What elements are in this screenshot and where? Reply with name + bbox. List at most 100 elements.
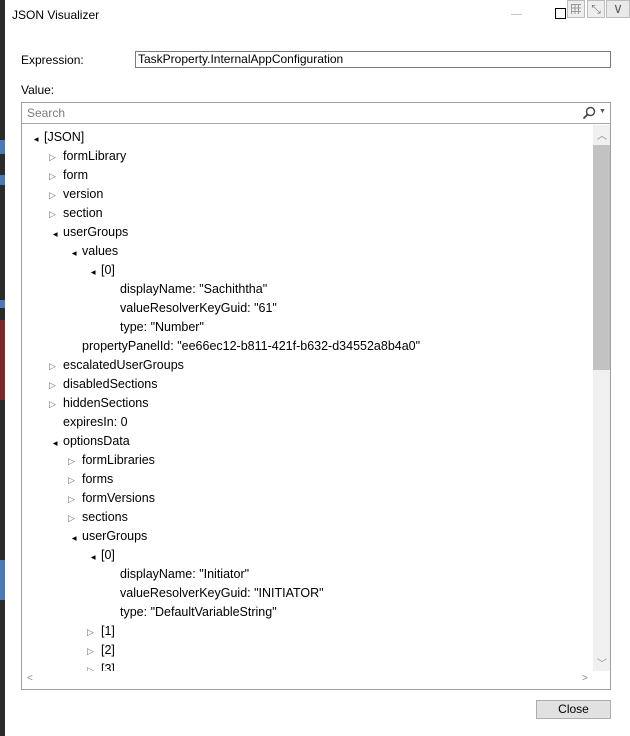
tree-node-label: [0] — [101, 548, 115, 562]
collapsed-triangle-icon[interactable]: ▷ — [68, 509, 82, 528]
tree-node-label: section — [63, 206, 103, 220]
tree-node-label: [0] — [101, 263, 115, 277]
tree-node-label: propertyPanelId: "ee66ec12-b811-421f-b63… — [82, 339, 421, 353]
tree-node-label: formLibrary — [63, 149, 127, 163]
tree-node-label: values — [82, 244, 119, 258]
tree-node[interactable]: type: "DefaultVariableString" — [106, 603, 277, 622]
expanded-triangle-icon[interactable]: ▲ — [84, 267, 103, 277]
expanded-triangle-icon[interactable]: ▲ — [84, 552, 103, 562]
tree-node-label: userGroups — [82, 529, 148, 543]
tree-node[interactable]: ▲ userGroups — [65, 527, 148, 546]
expanded-triangle-icon[interactable]: ▲ — [65, 533, 84, 543]
tree-node[interactable]: ▲ optionsData — [49, 432, 130, 451]
tree-node-label: [2] — [101, 643, 115, 657]
tree-node-label: displayName: "Sachiththa" — [120, 282, 268, 296]
json-tree[interactable]: ▲ [JSON] ▷ formLibrary ▷ form ▷ version ▷ section… — [22, 125, 592, 671]
tree-node[interactable]: valueResolverKeyGuid: "INITIATOR" — [106, 584, 324, 603]
tree-node[interactable]: ▷ section — [49, 204, 103, 223]
tree-node-label: form — [63, 168, 88, 182]
expanded-triangle-icon[interactable]: ▲ — [46, 438, 65, 448]
tree-node-label: formVersions — [82, 491, 155, 505]
tree-node[interactable]: ▷ [3] — [87, 660, 115, 671]
tree-node[interactable]: ▲ [0] — [87, 261, 115, 280]
tree-node-label: valueResolverKeyGuid: "INITIATOR" — [120, 586, 324, 600]
tree-node-label: optionsData — [63, 434, 130, 448]
search-box[interactable]: Search ▼ — [22, 103, 610, 124]
tree-node[interactable]: displayName: "Initiator" — [106, 565, 249, 584]
tree-node[interactable]: ▲ [JSON] — [27, 128, 85, 147]
tree-node-label: forms — [82, 472, 114, 486]
tree-node-label: [1] — [101, 624, 115, 638]
collapsed-triangle-icon[interactable]: ▷ — [49, 186, 63, 205]
scroll-left-icon[interactable]: < — [27, 673, 33, 684]
tree-node[interactable]: ▷ hiddenSections — [49, 394, 148, 413]
tree-node-label: hiddenSections — [63, 396, 149, 410]
collapsed-triangle-icon[interactable]: ▷ — [49, 357, 63, 376]
tree-node[interactable]: ▷ forms — [68, 470, 113, 489]
tree-node[interactable]: ▷ form — [49, 166, 88, 185]
collapsed-triangle-icon[interactable]: ▷ — [49, 395, 63, 414]
collapsed-triangle-icon[interactable]: ▷ — [49, 205, 63, 224]
tree-node-label: type: "DefaultVariableString" — [120, 605, 277, 619]
tree-node[interactable]: propertyPanelId: "ee66ec12-b811-421f-b63… — [68, 337, 420, 356]
tree-node[interactable]: expiresIn: 0 — [49, 413, 128, 432]
expanded-triangle-icon[interactable]: ▲ — [65, 248, 84, 258]
minimize-button[interactable] — [511, 4, 525, 24]
tree-node[interactable]: ▷ sections — [68, 508, 128, 527]
tree-node[interactable]: ▷ disabledSections — [49, 375, 158, 394]
tree-node-label: userGroups — [63, 225, 129, 239]
tree-node[interactable]: ▷ formVersions — [68, 489, 155, 508]
tree-node[interactable]: valueResolverKeyGuid: "61" — [106, 299, 277, 318]
horizontal-scrollbar[interactable]: < > — [22, 671, 593, 689]
tree-node-label: displayName: "Initiator" — [120, 567, 250, 581]
tree-node[interactable]: ▲ userGroups — [46, 223, 129, 242]
window-title: JSON Visualizer — [12, 8, 100, 22]
tree-node[interactable]: ▷ formLibrary — [49, 147, 126, 166]
grid-icon[interactable] — [567, 0, 585, 18]
collapsed-triangle-icon[interactable]: ▷ — [87, 642, 101, 661]
expanded-triangle-icon[interactable]: ▲ — [27, 134, 46, 144]
vertical-scrollbar[interactable]: ︿ ﹀ — [593, 125, 610, 671]
collapsed-triangle-icon[interactable]: ▷ — [68, 471, 82, 490]
tree-node-label: escalatedUserGroups — [63, 358, 184, 372]
collapsed-triangle-icon[interactable]: ▷ — [49, 148, 63, 167]
search-input[interactable]: Search — [27, 106, 65, 120]
tree-node-label: [3] — [101, 662, 115, 671]
tree-node-label: valueResolverKeyGuid: "61" — [120, 301, 277, 315]
scroll-up-icon[interactable]: ︿ — [597, 127, 607, 142]
tree-node-label: sections — [82, 510, 128, 524]
collapsed-triangle-icon[interactable]: ▷ — [49, 376, 63, 395]
search-icon[interactable] — [582, 106, 596, 120]
tree-node[interactable]: ▷ [2] — [87, 641, 115, 660]
close-button[interactable]: Close — [536, 700, 611, 719]
scroll-right-icon[interactable]: > — [582, 673, 588, 684]
tree-node[interactable]: ▷ version — [49, 185, 103, 204]
tree-node[interactable]: ▷ escalatedUserGroups — [49, 356, 184, 375]
collapsed-triangle-icon[interactable]: ▷ — [68, 490, 82, 509]
collapsed-triangle-icon[interactable]: ▷ — [49, 167, 63, 186]
tree-node[interactable]: ▷ [1] — [87, 622, 115, 641]
maximize-button[interactable] — [555, 8, 566, 19]
collapsed-triangle-icon[interactable]: ▷ — [68, 452, 82, 471]
tree-node[interactable]: type: "Number" — [106, 318, 204, 337]
scroll-down-icon[interactable]: ﹀ — [597, 655, 607, 670]
scrollbar-thumb[interactable] — [593, 145, 610, 370]
search-dropdown-icon[interactable]: ▼ — [599, 108, 606, 115]
collapsed-triangle-icon[interactable]: ▷ — [87, 623, 101, 642]
tree-node[interactable]: ▷ formLibraries — [68, 451, 155, 470]
value-label: Value: — [21, 83, 55, 97]
expression-field[interactable]: TaskProperty.InternalAppConfiguration — [135, 51, 611, 68]
background-window-strip — [0, 0, 5, 736]
tree-node-label: [JSON] — [44, 130, 85, 144]
expanded-triangle-icon[interactable]: ▲ — [46, 229, 65, 239]
chevron-down-icon[interactable]: ∨ — [606, 0, 630, 18]
tree-node-label: expiresIn: 0 — [63, 415, 128, 429]
tree-node[interactable]: ▲ values — [65, 242, 119, 261]
tree-node[interactable]: displayName: "Sachiththa" — [106, 280, 267, 299]
tree-node-label: type: "Number" — [120, 320, 204, 334]
title-bar: JSON Visualizer — [5, 0, 630, 30]
tree-node[interactable]: ▲ [0] — [87, 546, 115, 565]
tree-node-label: formLibraries — [82, 453, 155, 467]
collapsed-triangle-icon[interactable]: ▷ — [87, 661, 101, 671]
resize-icon[interactable]: ⤡ — [587, 0, 605, 18]
